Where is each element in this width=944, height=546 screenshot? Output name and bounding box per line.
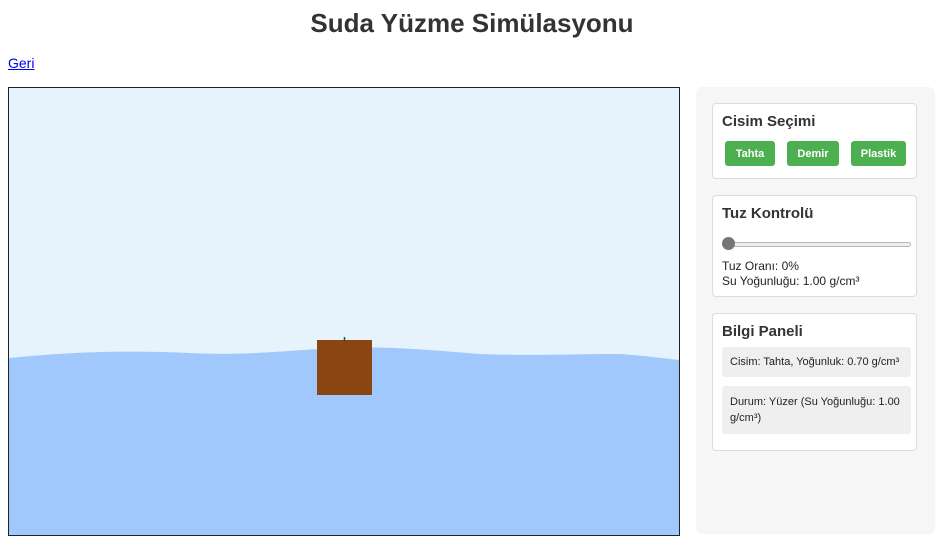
object-selection-heading: Cisim Seçimi (722, 113, 816, 130)
status-info-box: Durum: Yüzer (Su Yoğunluğu: 1.00 g/cm³) (722, 386, 911, 434)
info-panel-card: Bilgi Paneli Cisim: Tahta, Yoğunluk: 0.7… (712, 313, 917, 451)
info-panel-heading: Bilgi Paneli (722, 323, 803, 340)
water-density-text: Su Yoğunluğu: 1.00 g/cm³ (722, 274, 860, 288)
object-info-box: Cisim: Tahta, Yoğunluk: 0.70 g/cm³ (722, 347, 911, 377)
simulation-canvas[interactable] (8, 87, 680, 536)
control-sidebar: Cisim Seçimi Tahta Demir Plastik Tuz Kon… (696, 87, 935, 534)
wood-button[interactable]: Tahta (725, 141, 775, 166)
iron-button[interactable]: Demir (787, 141, 839, 166)
object-selection-card: Cisim Seçimi Tahta Demir Plastik (712, 103, 917, 179)
simulation-scene (9, 88, 679, 535)
plastic-button[interactable]: Plastik (851, 141, 906, 166)
floating-object[interactable] (317, 340, 372, 395)
salt-control-heading: Tuz Kontrolü (722, 205, 814, 222)
back-link[interactable]: Geri (8, 55, 34, 71)
page-title: Suda Yüzme Simülasyonu (310, 8, 634, 38)
salt-control-card: Tuz Kontrolü Tuz Oranı: 0% Su Yoğunluğu:… (712, 195, 917, 297)
salt-ratio-text: Tuz Oranı: 0% (722, 259, 799, 273)
salt-slider[interactable] (723, 242, 911, 247)
salt-slider-thumb[interactable] (722, 237, 735, 250)
